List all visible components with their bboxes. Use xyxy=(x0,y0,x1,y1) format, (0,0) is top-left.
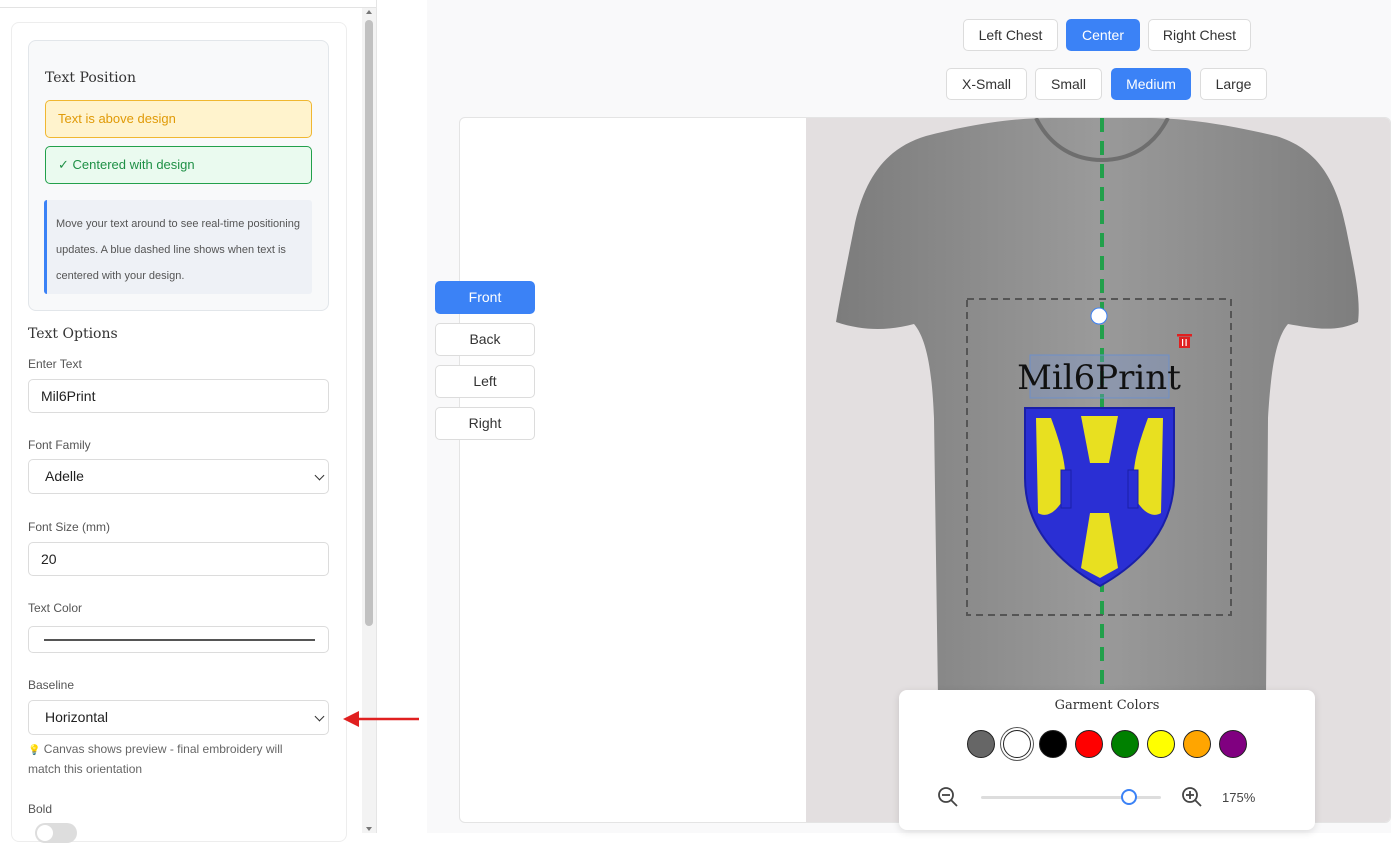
size-x-small-button[interactable]: X-Small xyxy=(946,68,1027,100)
toggle-knob xyxy=(37,825,53,841)
lightbulb-icon: 💡 xyxy=(28,745,41,756)
size-small-button[interactable]: Small xyxy=(1035,68,1102,100)
zoom-level-label: 175% xyxy=(1222,790,1256,805)
color-swatch-line xyxy=(44,639,315,641)
view-front-button[interactable]: Front xyxy=(435,281,535,314)
delete-icon[interactable] xyxy=(1177,334,1192,348)
baseline-value: Horizontal xyxy=(45,709,109,725)
size-medium-button[interactable]: Medium xyxy=(1111,68,1191,100)
positioning-info: Move your text around to see real-time p… xyxy=(44,200,312,294)
garment-colors-title: Garment Colors xyxy=(1054,698,1160,713)
divider xyxy=(0,7,376,8)
garment-color-swatch[interactable] xyxy=(1039,730,1067,758)
garment-color-swatch[interactable] xyxy=(1219,730,1247,758)
centered-status: ✓ Centered with design xyxy=(45,146,312,184)
view-left-button[interactable]: Left xyxy=(435,365,535,398)
view-back-button[interactable]: Back xyxy=(435,323,535,356)
garment-color-swatch[interactable] xyxy=(1003,730,1031,758)
enter-text-input[interactable]: Mil6Print xyxy=(28,379,329,413)
scroll-thumb[interactable] xyxy=(365,20,373,626)
zoom-controls: 175% xyxy=(935,782,1295,812)
annotation-arrow-icon xyxy=(343,711,419,727)
chevron-down-icon xyxy=(314,711,325,722)
garment-color-swatch[interactable] xyxy=(967,730,995,758)
zoom-in-icon[interactable] xyxy=(1181,786,1203,808)
garment-color-swatch[interactable] xyxy=(1075,730,1103,758)
baseline-label: Baseline xyxy=(28,678,75,692)
garment-color-swatch[interactable] xyxy=(1183,730,1211,758)
font-family-label: Font Family xyxy=(28,438,91,452)
sidebar: Text Position Text is above design ✓ Cen… xyxy=(0,0,377,843)
size-large-button[interactable]: Large xyxy=(1200,68,1267,100)
text-above-warning: Text is above design xyxy=(45,100,312,138)
placement-left-chest-button[interactable]: Left Chest xyxy=(963,19,1058,51)
font-size-label: Font Size (mm) xyxy=(28,520,111,534)
font-family-value: Adelle xyxy=(45,468,84,484)
scroll-up-icon[interactable] xyxy=(366,10,372,14)
font-size-input[interactable]: 20 xyxy=(28,542,329,576)
garment-color-swatch[interactable] xyxy=(1147,730,1175,758)
view-right-button[interactable]: Right xyxy=(435,407,535,440)
bold-toggle[interactable] xyxy=(35,823,77,843)
enter-text-label: Enter Text xyxy=(28,357,82,371)
zoom-out-icon[interactable] xyxy=(937,786,959,808)
text-options-title: Text Options xyxy=(28,326,118,342)
font-family-select[interactable]: Adelle xyxy=(28,459,329,494)
orientation-hint: 💡 Canvas shows preview - final embroider… xyxy=(28,740,318,779)
baseline-select[interactable]: Horizontal xyxy=(28,700,329,735)
orientation-hint-text: Canvas shows preview - final embroidery … xyxy=(28,742,283,776)
placement-right-chest-button[interactable]: Right Chest xyxy=(1148,19,1251,51)
scroll-down-icon[interactable] xyxy=(366,827,372,831)
garment-color-swatch[interactable] xyxy=(1111,730,1139,758)
text-color-label: Text Color xyxy=(28,601,83,615)
text-position-title: Text Position xyxy=(45,70,136,86)
text-color-picker[interactable] xyxy=(28,626,329,653)
chevron-down-icon xyxy=(314,470,325,481)
bold-label: Bold xyxy=(28,802,53,816)
zoom-slider-thumb[interactable] xyxy=(1120,789,1137,805)
placement-center-button[interactable]: Center xyxy=(1066,19,1140,51)
canvas-text[interactable]: Mil6Print xyxy=(1017,358,1181,398)
garment-colors-panel: Garment Colors 175% xyxy=(899,690,1315,830)
rotate-handle-icon[interactable] xyxy=(1090,307,1108,325)
